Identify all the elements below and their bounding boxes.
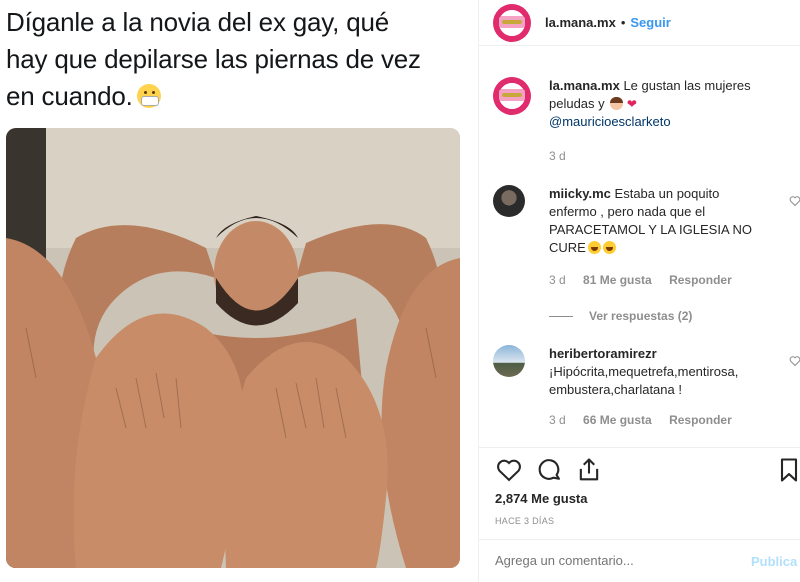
comment-meta: 3 d 81 Me gusta Responder xyxy=(549,273,746,287)
heart-emoji-icon: ❤ xyxy=(626,97,637,111)
caption-avatar[interactable] xyxy=(493,77,531,115)
post-caption-line: hay que depilarse las piernas de vez xyxy=(6,44,421,74)
publish-button[interactable]: Publica xyxy=(751,554,797,569)
commenter-avatar[interactable] xyxy=(493,345,525,377)
like-comment-heart-icon[interactable] xyxy=(789,355,800,367)
comment-text: heribertoramirezr ¡Hipócrita,mequetrefa,… xyxy=(549,346,739,397)
medical-mask-emoji-icon xyxy=(136,84,161,108)
caption-text: la.mana.mx Le gustan las mujeres peludas… xyxy=(549,78,751,129)
reply-button[interactable]: Responder xyxy=(669,273,732,287)
comment-meta: 3 d xyxy=(549,149,580,163)
account-avatar[interactable] xyxy=(493,3,531,42)
post-caption-line: Díganle a la novia del ex gay, qué xyxy=(6,7,389,37)
add-comment-bar: Publica xyxy=(479,539,800,582)
post-image: Díganle a la novia del ex gay, qué hay q… xyxy=(0,0,478,582)
post-side-panel: la.mana.mx • Seguir la.mana.mx Le gustan… xyxy=(478,0,800,582)
view-replies-button[interactable]: Ver respuestas (2) xyxy=(549,309,692,323)
reply-button[interactable]: Responder xyxy=(669,413,732,427)
mention-link[interactable]: @mauricioesclarketo xyxy=(549,114,671,129)
comment-username[interactable]: heribertoramirezr xyxy=(549,346,657,361)
follow-button[interactable]: Seguir xyxy=(630,15,670,30)
woman-shrugging-emoji-icon xyxy=(610,97,624,110)
post-caption: Díganle a la novia del ex gay, qué hay q… xyxy=(6,4,468,115)
comment-time: 3 d xyxy=(549,149,566,163)
like-heart-icon[interactable] xyxy=(495,456,523,484)
brand-logo-icon xyxy=(499,15,525,28)
post-date[interactable]: HACE 3 DÍAS xyxy=(495,516,554,526)
commenter-avatar[interactable] xyxy=(493,185,525,217)
comment-bubble-icon[interactable] xyxy=(535,456,563,484)
post-header: la.mana.mx • Seguir xyxy=(479,0,800,46)
header-separator: • xyxy=(620,15,626,30)
share-icon[interactable] xyxy=(575,456,603,484)
comment-likes[interactable]: 66 Me gusta xyxy=(583,413,652,427)
brand-logo-icon xyxy=(499,89,525,101)
post-photo-illustration xyxy=(6,128,460,568)
comments-list[interactable]: la.mana.mx Le gustan las mujeres peludas… xyxy=(479,47,800,447)
post-photo xyxy=(6,128,460,568)
comment-input[interactable] xyxy=(495,553,725,568)
post-caption-line: en cuando. xyxy=(6,78,468,115)
comment-text: miicky.mc Estaba un poquito enfermo , pe… xyxy=(549,186,753,255)
post-actions: 2,874 Me gusta HACE 3 DÍAS xyxy=(479,447,800,539)
comment-time: 3 d xyxy=(549,273,566,287)
like-count[interactable]: 2,874 Me gusta xyxy=(495,491,588,506)
header-username[interactable]: la.mana.mx xyxy=(545,15,616,30)
comment-likes[interactable]: 81 Me gusta xyxy=(583,273,652,287)
rolling-laughing-emoji-icon xyxy=(587,241,601,254)
comment-meta: 3 d 66 Me gusta Responder xyxy=(549,413,746,427)
like-comment-heart-icon[interactable] xyxy=(789,195,800,207)
comment-username[interactable]: miicky.mc xyxy=(549,186,611,201)
bookmark-icon[interactable] xyxy=(775,456,800,484)
comment-username[interactable]: la.mana.mx xyxy=(549,78,620,93)
comment-time: 3 d xyxy=(549,413,566,427)
rolling-laughing-emoji-icon xyxy=(602,241,616,254)
